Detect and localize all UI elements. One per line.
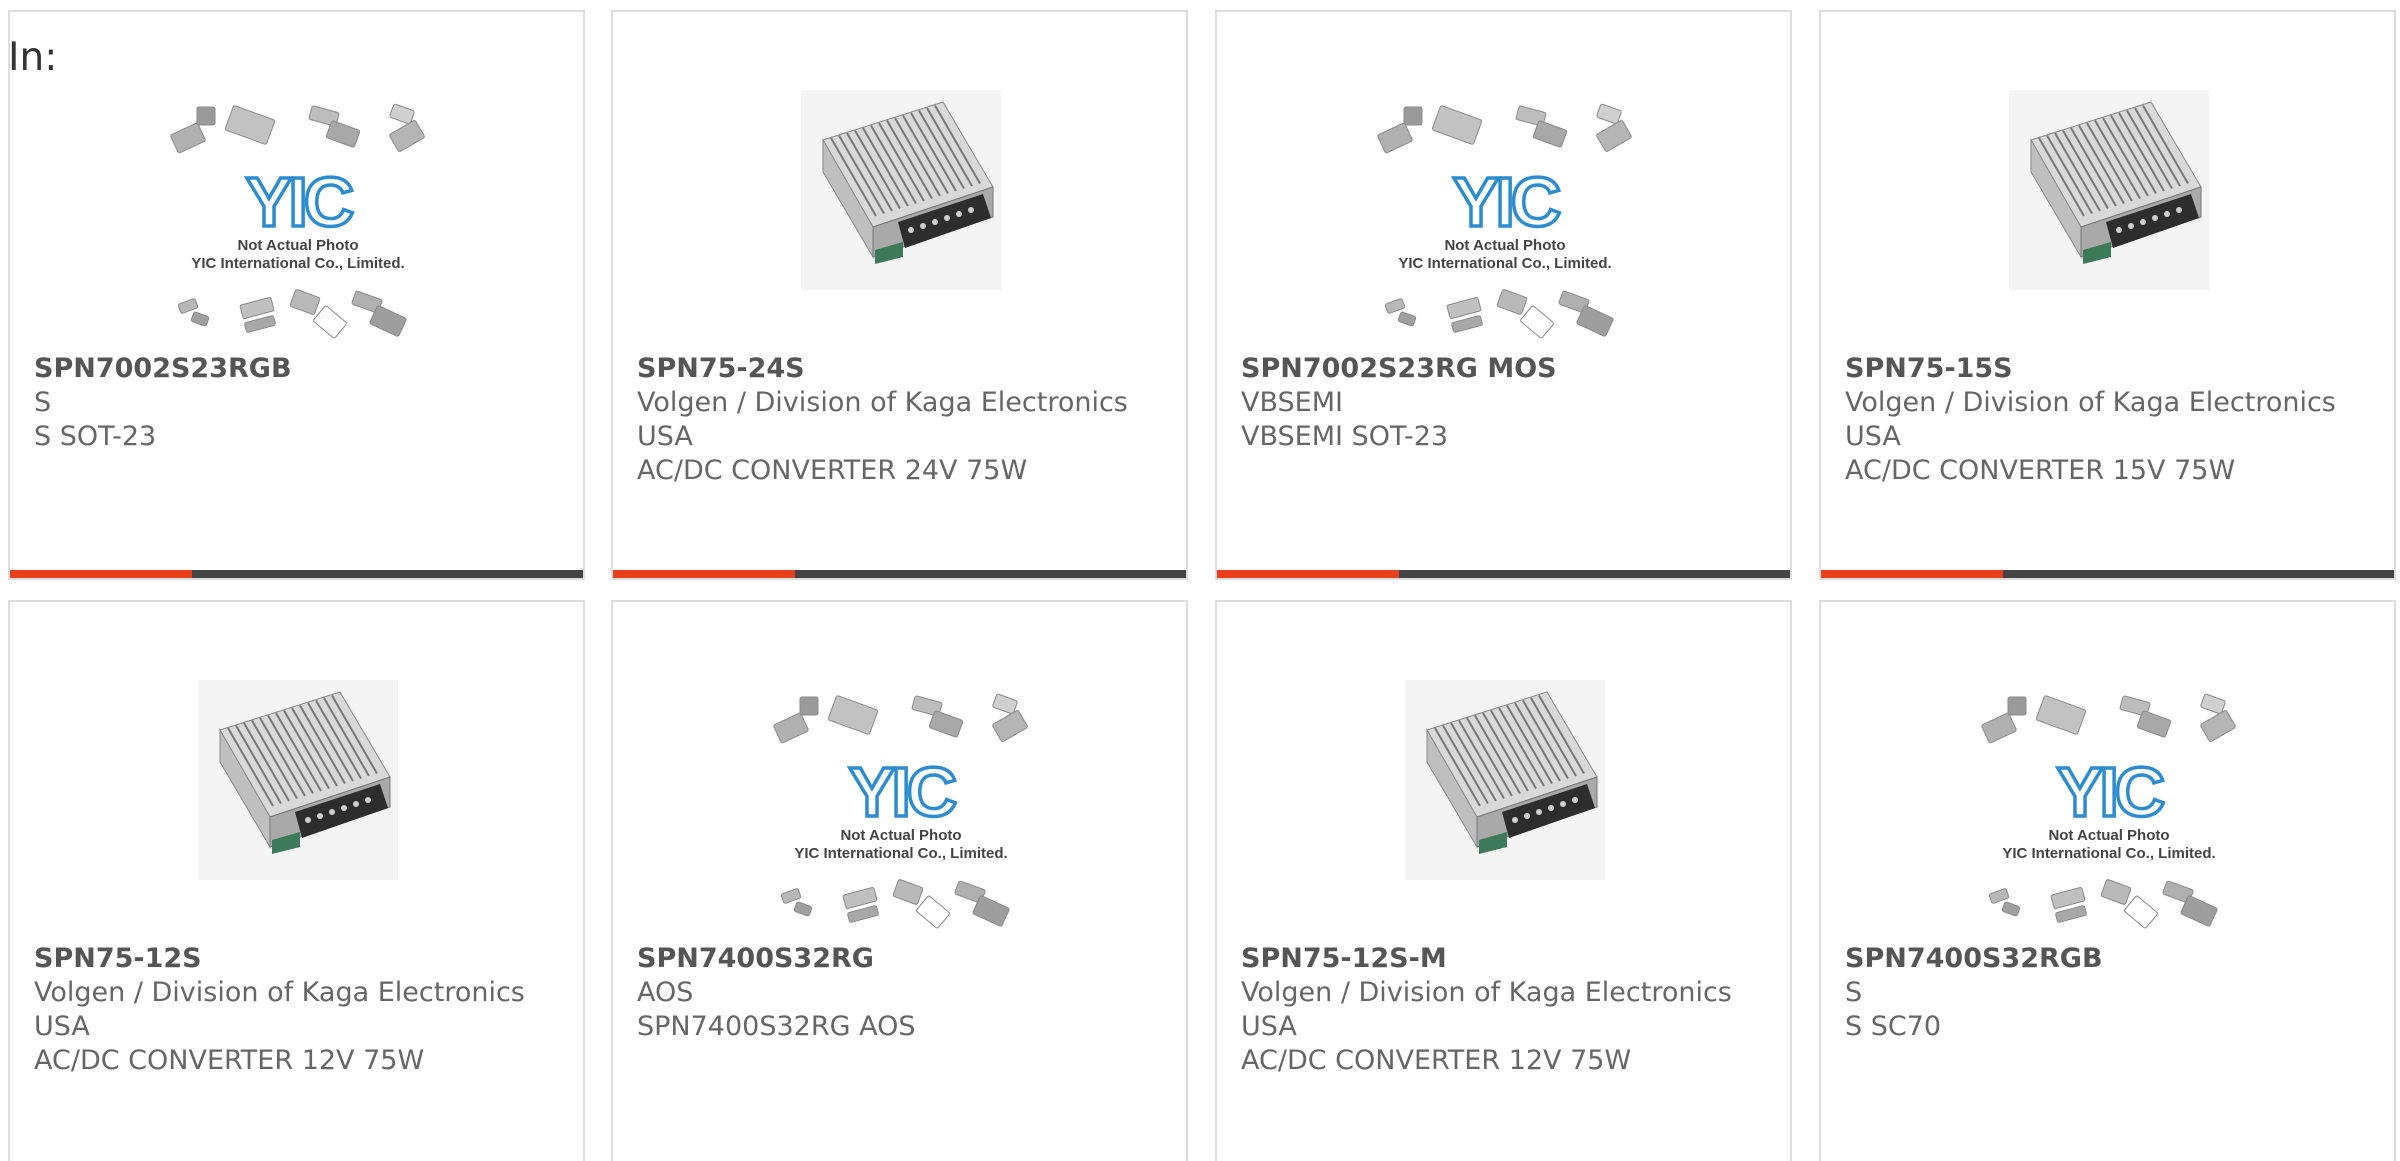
part-number[interactable]: SPN7400S32RG (637, 942, 1162, 976)
description: VBSEMI SOT-23 (1241, 421, 1449, 452)
svg-text:YIC International Co., Limited: YIC International Co., Limited. (1398, 255, 1611, 272)
svg-text:Not Actual Photo: Not Actual Photo (237, 237, 358, 254)
description: S SC70 (1845, 1011, 1942, 1042)
part-number[interactable]: SPN7400S32RGB (1845, 942, 2370, 976)
card-footer-bar (613, 570, 1186, 578)
placeholder-image: YIC Not Actual Photo YIC International Co.… (613, 602, 1186, 942)
product-card[interactable]: YIC Not Actual Photo YIC International Co.… (1819, 600, 2396, 1161)
manufacturer: VBSEMI (1241, 387, 1343, 418)
product-card[interactable]: YIC Not Actual Photo YIC International Co.… (1215, 10, 1792, 580)
part-number[interactable]: SPN75-24S (637, 352, 1162, 386)
svg-text:YIC International Co., Limited: YIC International Co., Limited. (2002, 845, 2215, 862)
description: AC/DC CONVERTER 15V 75W (1845, 455, 2236, 486)
svg-text:YIC International Co., Limited: YIC International Co., Limited. (191, 255, 404, 272)
svg-text:YIC: YIC (849, 753, 956, 831)
svg-text:YIC: YIC (246, 163, 353, 241)
product-image (1217, 602, 1790, 942)
manufacturer: Volgen / Division of Kaga Electronics US… (637, 387, 1128, 452)
description: AC/DC CONVERTER 12V 75W (34, 1045, 425, 1076)
product-card[interactable]: YIC Not Actual Photo YIC International Co.… (8, 10, 585, 580)
card-footer-bar (1821, 570, 2394, 578)
placeholder-image: YIC Not Actual Photo YIC International Co.… (1217, 12, 1790, 352)
svg-text:YIC: YIC (2057, 753, 2164, 831)
placeholder-image: YIC Not Actual Photo YIC International Co.… (1821, 602, 2394, 942)
product-image (10, 602, 583, 942)
card-footer-bar (10, 570, 583, 578)
part-number[interactable]: SPN75-12S-M (1241, 942, 1766, 976)
manufacturer: Volgen / Division of Kaga Electronics US… (1845, 387, 2336, 452)
product-card[interactable]: SPN75-24S Volgen / Division of Kaga Elec… (611, 10, 1188, 580)
part-number[interactable]: SPN7002S23RGB (34, 352, 559, 386)
part-number[interactable]: SPN7002S23RG MOS (1241, 352, 1766, 386)
svg-text:Not Actual Photo: Not Actual Photo (1444, 237, 1565, 254)
manufacturer: Volgen / Division of Kaga Electronics US… (34, 977, 525, 1042)
description: AC/DC CONVERTER 24V 75W (637, 455, 1028, 486)
svg-text:Not Actual Photo: Not Actual Photo (840, 827, 961, 844)
manufacturer: S (1845, 977, 1863, 1008)
product-card[interactable]: YIC Not Actual Photo YIC International Co.… (611, 600, 1188, 1161)
product-card[interactable]: SPN75-12S Volgen / Division of Kaga Elec… (8, 600, 585, 1161)
description: AC/DC CONVERTER 12V 75W (1241, 1045, 1632, 1076)
accent-bar (10, 570, 192, 578)
svg-text:YIC International Co., Limited: YIC International Co., Limited. (794, 845, 1007, 862)
description: SPN7400S32RG AOS (637, 1011, 916, 1042)
product-card[interactable]: SPN75-15S Volgen / Division of Kaga Elec… (1819, 10, 2396, 580)
product-image (1821, 12, 2394, 352)
svg-text:Not Actual Photo: Not Actual Photo (2048, 827, 2169, 844)
description: S SOT-23 (34, 421, 157, 452)
svg-text:YIC: YIC (1453, 163, 1560, 241)
accent-bar (1217, 570, 1399, 578)
placeholder-image: YIC Not Actual Photo YIC International Co.… (10, 12, 583, 352)
card-footer-bar (1217, 570, 1790, 578)
product-card[interactable]: SPN75-12S-M Volgen / Division of Kaga El… (1215, 600, 1792, 1161)
accent-bar (1821, 570, 2003, 578)
manufacturer: S (34, 387, 52, 418)
product-image (613, 12, 1186, 352)
manufacturer: AOS (637, 977, 694, 1008)
filter-label: In: (8, 35, 58, 80)
accent-bar (613, 570, 795, 578)
manufacturer: Volgen / Division of Kaga Electronics US… (1241, 977, 1732, 1042)
product-grid-page: In: YIC Not Actual Photo YIC International… (0, 0, 2400, 1161)
part-number[interactable]: SPN75-15S (1845, 352, 2370, 386)
part-number[interactable]: SPN75-12S (34, 942, 559, 976)
